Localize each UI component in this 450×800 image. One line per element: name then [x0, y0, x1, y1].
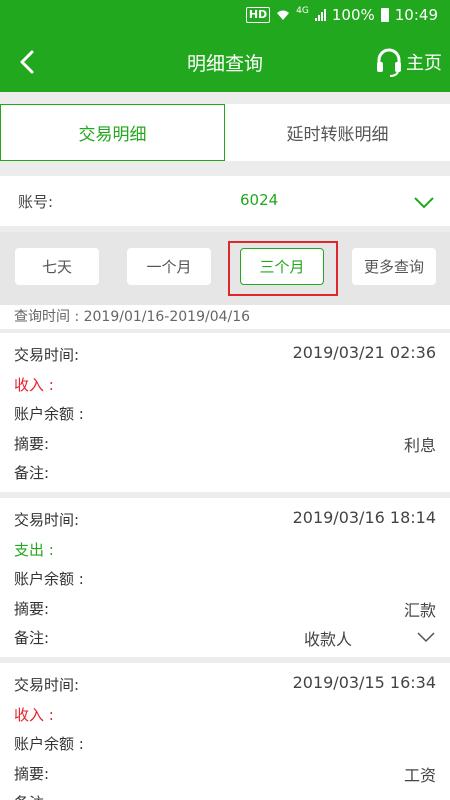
list-item[interactable]: 交易时间: 2019/03/21 02:36 收入 : 账户余额 : 摘要: 利…	[0, 333, 450, 492]
summary-value: 工资	[403, 765, 436, 785]
time-value: 2019/03/21 02:36	[292, 343, 436, 362]
account-label: 账号:	[18, 193, 54, 211]
home-label: 主页	[406, 53, 442, 74]
record-time-row: 交易时间: 2019/03/16 18:14	[0, 504, 450, 534]
network-type: 4G	[296, 6, 309, 16]
record-summary-row: 摘要: 利息	[0, 428, 450, 458]
status-icons: HD 4G 100% 10:49	[245, 6, 438, 24]
time-value: 2019/03/16 18:14	[292, 508, 436, 527]
tab-transaction-details[interactable]: 交易明细	[0, 104, 225, 161]
record-balance-row: 账户余额 :	[0, 398, 450, 428]
record-time-row: 交易时间: 2019/03/15 16:34	[0, 669, 450, 699]
tab-bar: 交易明细 延时转账明细	[0, 104, 450, 161]
home-button[interactable]: 主页	[376, 42, 442, 82]
time-label: 交易时间:	[14, 511, 80, 529]
summary-label: 摘要:	[14, 434, 50, 453]
summary-value: 汇款	[403, 600, 436, 620]
record-balance-row: 账户余额 :	[0, 728, 450, 758]
record-time-row: 交易时间: 2019/03/21 02:36	[0, 339, 450, 369]
record-type-row: 收入 :	[0, 369, 450, 399]
income-label: 收入 :	[14, 375, 54, 394]
record-balance-row: 账户余额 :	[0, 563, 450, 593]
summary-value: 利息	[403, 435, 436, 455]
remark-label: 备注:	[14, 629, 50, 647]
account-number: 6024	[240, 191, 279, 209]
income-label: 收入 :	[14, 705, 54, 724]
filter-one-month[interactable]: 一个月	[127, 248, 211, 285]
filter-three-months[interactable]: 三个月	[240, 248, 324, 285]
balance-label: 账户余额 :	[14, 735, 84, 753]
time-value: 2019/03/15 16:34	[292, 673, 436, 692]
list-item[interactable]: 交易时间: 2019/03/15 16:34 收入 : 账户余额 : 摘要: 工…	[0, 663, 450, 800]
battery-icon	[380, 8, 389, 22]
record-remark-row: 备注:	[0, 787, 450, 800]
filter-more-query[interactable]: 更多查询	[352, 248, 436, 285]
headset-icon	[377, 48, 401, 77]
time-label: 交易时间:	[14, 346, 80, 364]
chevron-down-icon[interactable]	[414, 624, 438, 648]
time-label: 交易时间:	[14, 676, 80, 694]
record-type-row: 收入 :	[0, 699, 450, 729]
back-arrow-icon	[20, 50, 34, 74]
clock: 10:49	[394, 6, 438, 24]
battery-percent: 100%	[331, 6, 375, 24]
remark-label: 备注:	[14, 792, 49, 800]
remark-value: 收款人	[303, 630, 352, 649]
record-summary-row: 摘要: 工资	[0, 758, 450, 788]
record-remark-row: 备注:	[0, 457, 450, 487]
account-selector[interactable]: 账号: 6024	[0, 176, 450, 226]
list-item[interactable]: 交易时间: 2019/03/16 18:14 支出 : 账户余额 : 摘要: 汇…	[0, 498, 450, 657]
tab-delayed-transfer-details[interactable]: 延时转账明细	[225, 104, 450, 161]
signal-icon	[314, 9, 326, 21]
wifi-icon	[277, 10, 290, 20]
date-range-filters: 七天 一个月 三个月 更多查询	[0, 232, 450, 305]
record-remark-row: 备注: 收款人	[0, 622, 450, 652]
back-button[interactable]	[10, 42, 50, 82]
expense-label: 支出 :	[14, 540, 54, 559]
record-summary-row: 摘要: 汇款	[0, 593, 450, 623]
filter-seven-days[interactable]: 七天	[15, 248, 99, 285]
chevron-down-icon[interactable]	[412, 190, 436, 214]
hd-badge: HD	[245, 7, 271, 23]
balance-label: 账户余额 :	[14, 570, 84, 588]
balance-label: 账户余额 :	[14, 405, 84, 423]
remark-label: 备注:	[14, 464, 50, 482]
app-bar: 明细查询 主页	[0, 32, 450, 92]
summary-label: 摘要:	[14, 599, 50, 618]
record-type-row: 支出 :	[0, 534, 450, 564]
summary-label: 摘要:	[14, 764, 50, 783]
query-time-range: 查询时间 : 2019/01/16-2019/04/16	[0, 305, 450, 329]
status-bar: HD 4G 100% 10:49	[0, 0, 450, 32]
